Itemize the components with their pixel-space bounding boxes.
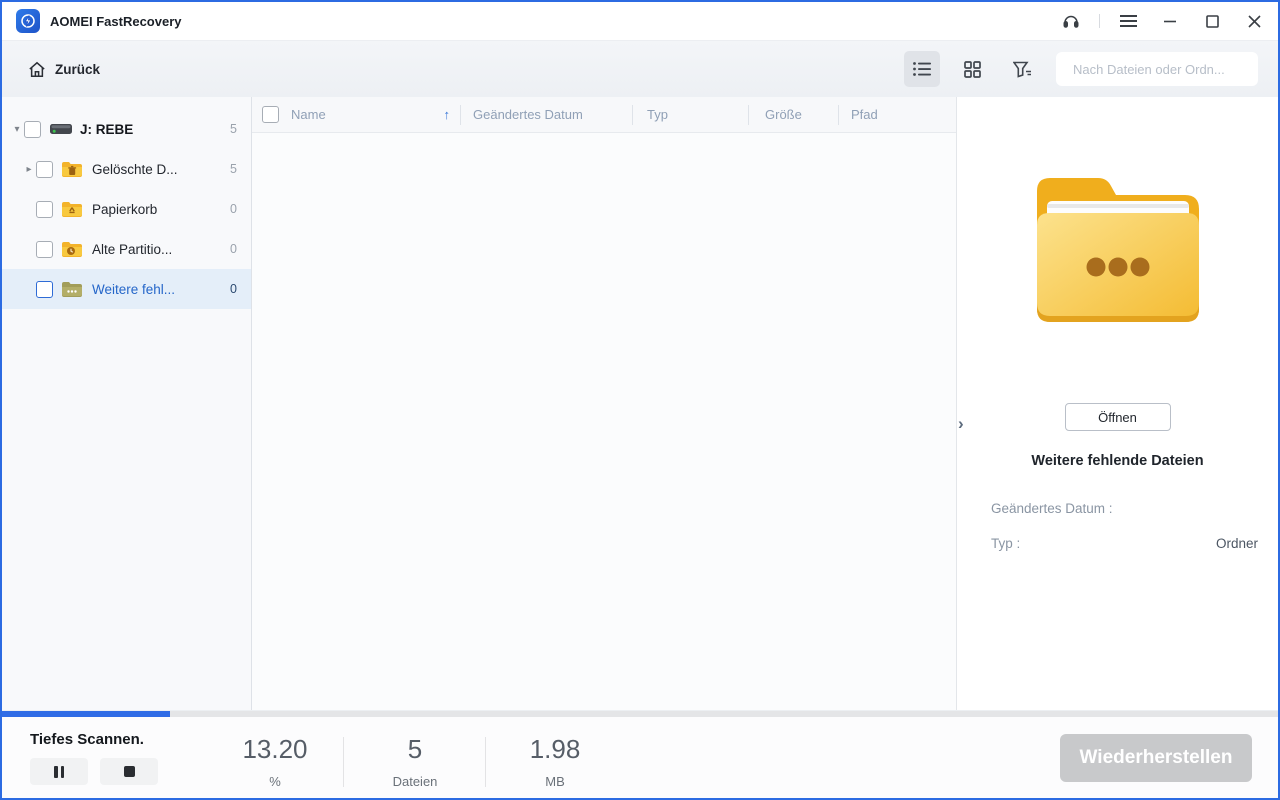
search-box — [1056, 52, 1258, 86]
tree-item-label: Alte Partitio... — [92, 241, 173, 257]
status-bar: Tiefes Scannen. 13.20 % 5 Dateien 1.98 M — [2, 717, 1278, 798]
column-label: Typ — [647, 107, 668, 122]
stat-unit: MB — [545, 774, 565, 789]
field-modified-date: Geändertes Datum : — [991, 501, 1258, 516]
table-body-empty — [252, 133, 956, 710]
pause-icon — [54, 765, 58, 778]
selected-item-title: Weitere fehlende Dateien — [1031, 453, 1204, 469]
checkbox[interactable] — [36, 240, 53, 258]
sidebar-item-drive[interactable]: ▾ J: REBE 5 — [2, 109, 251, 149]
support-headset-icon[interactable] — [1057, 7, 1085, 35]
pause-scan-button[interactable] — [30, 758, 88, 785]
tree-item-count: 0 — [230, 282, 237, 296]
collapse-panel-chevron-icon[interactable]: › — [958, 415, 964, 432]
close-button[interactable] — [1240, 7, 1268, 35]
column-header-path[interactable]: Pfad — [838, 97, 956, 132]
checkbox[interactable] — [36, 200, 53, 218]
titlebar: AOMEI FastRecovery — [2, 2, 1278, 40]
stat-unit: % — [269, 774, 281, 789]
app-title: AOMEI FastRecovery — [50, 13, 182, 29]
checkbox[interactable] — [36, 160, 53, 178]
tree-item-count: 0 — [230, 242, 237, 256]
column-header-name[interactable]: Name ↑ — [252, 97, 460, 132]
sidebar-item-old-partition[interactable]: Alte Partitio... 0 — [2, 229, 251, 269]
sort-ascending-icon[interactable]: ↑ — [444, 107, 451, 122]
tree-item-count: 5 — [230, 122, 237, 136]
caret-down-icon[interactable]: ▾ — [10, 124, 24, 135]
stat-unit: Dateien — [392, 774, 438, 789]
sidebar-item-deleted-files[interactable]: ▸ Gelöschte D... 5 — [2, 149, 251, 189]
folder-more-icon — [62, 280, 84, 298]
grid-view-button[interactable] — [954, 51, 990, 87]
stat-percent: 13.20 % — [215, 734, 335, 789]
tree-item-label: Papierkorb — [92, 201, 158, 217]
filter-button[interactable] — [1004, 51, 1040, 87]
folder-recycle-icon — [62, 200, 84, 218]
tree-item-label: J: REBE — [80, 121, 134, 137]
column-label: Geändertes Datum — [473, 107, 583, 122]
folder-trash-icon — [62, 160, 84, 178]
sidebar-tree: ▾ J: REBE 5 ▸ Gelöschte D... 5 Papierkor… — [2, 97, 252, 710]
big-folder-icon — [1023, 163, 1213, 336]
tree-item-count: 5 — [230, 162, 237, 176]
stat-files: 5 Dateien — [355, 734, 475, 789]
app-logo-icon — [16, 9, 40, 33]
sidebar-item-other-missing-files[interactable]: Weitere fehl... 0 — [2, 269, 251, 309]
stat-divider — [343, 737, 344, 787]
minimize-button[interactable] — [1156, 7, 1184, 35]
list-view-button[interactable] — [904, 51, 940, 87]
field-value: Ordner — [1215, 536, 1258, 551]
column-label: Pfad — [851, 107, 878, 122]
column-label: Größe — [765, 107, 802, 122]
stop-icon — [123, 766, 135, 777]
back-home-button[interactable]: Zurück — [28, 61, 100, 78]
drive-icon — [50, 120, 72, 138]
scan-status-label: Tiefes Scannen. — [30, 731, 144, 748]
toolbar: Zurück — [2, 40, 1278, 97]
list-view-icon — [913, 62, 931, 76]
recover-button[interactable]: Wiederherstellen — [1060, 734, 1252, 782]
field-label: Geändertes Datum : — [991, 501, 1113, 516]
stat-divider — [485, 737, 486, 787]
open-button[interactable]: Öffnen — [1064, 403, 1171, 431]
stat-size: 1.98 MB — [495, 734, 615, 789]
checkbox[interactable] — [36, 280, 53, 298]
main-area: ▾ J: REBE 5 ▸ Gelöschte D... 5 Papierkor… — [2, 97, 1278, 711]
home-icon — [29, 61, 45, 77]
checkbox[interactable] — [24, 120, 41, 138]
app-window: AOMEI FastRecovery Zurück Nach Dateien o… — [0, 0, 1280, 800]
field-type: Typ : Ordner — [991, 536, 1258, 551]
tree-item-count: 0 — [230, 202, 237, 216]
search-input[interactable] — [1073, 61, 1249, 77]
table-header: Name ↑ Geändertes Datum Typ Größe Pfad — [252, 97, 956, 133]
maximize-button[interactable] — [1198, 7, 1226, 35]
stat-value: 1.98 — [529, 734, 581, 764]
column-header-type[interactable]: Typ — [632, 97, 748, 132]
column-label: Name — [291, 107, 326, 122]
select-all-checkbox[interactable] — [262, 106, 279, 123]
menu-hamburger-icon[interactable] — [1114, 7, 1142, 35]
filter-icon — [1012, 61, 1031, 78]
detail-panel: › Öffnen Weitere fehlende Dateien Geände… — [956, 97, 1278, 710]
stat-value: 13.20 — [242, 734, 308, 764]
stat-value: 5 — [407, 734, 423, 764]
tree-item-label: Gelöschte D... — [92, 161, 178, 177]
back-label: Zurück — [55, 61, 101, 77]
field-label: Typ : — [991, 536, 1021, 551]
file-table: Name ↑ Geändertes Datum Typ Größe Pfad — [252, 97, 956, 710]
folder-clock-icon — [62, 240, 84, 258]
grid-view-icon — [963, 60, 981, 78]
caret-right-icon[interactable]: ▸ — [22, 164, 36, 175]
tree-item-label: Weitere fehl... — [92, 281, 176, 297]
column-header-size[interactable]: Größe — [748, 97, 838, 132]
stop-scan-button[interactable] — [100, 758, 158, 785]
column-header-date[interactable]: Geändertes Datum — [460, 97, 632, 132]
sidebar-item-recycle-bin[interactable]: Papierkorb 0 — [2, 189, 251, 229]
titlebar-divider — [1099, 14, 1100, 28]
